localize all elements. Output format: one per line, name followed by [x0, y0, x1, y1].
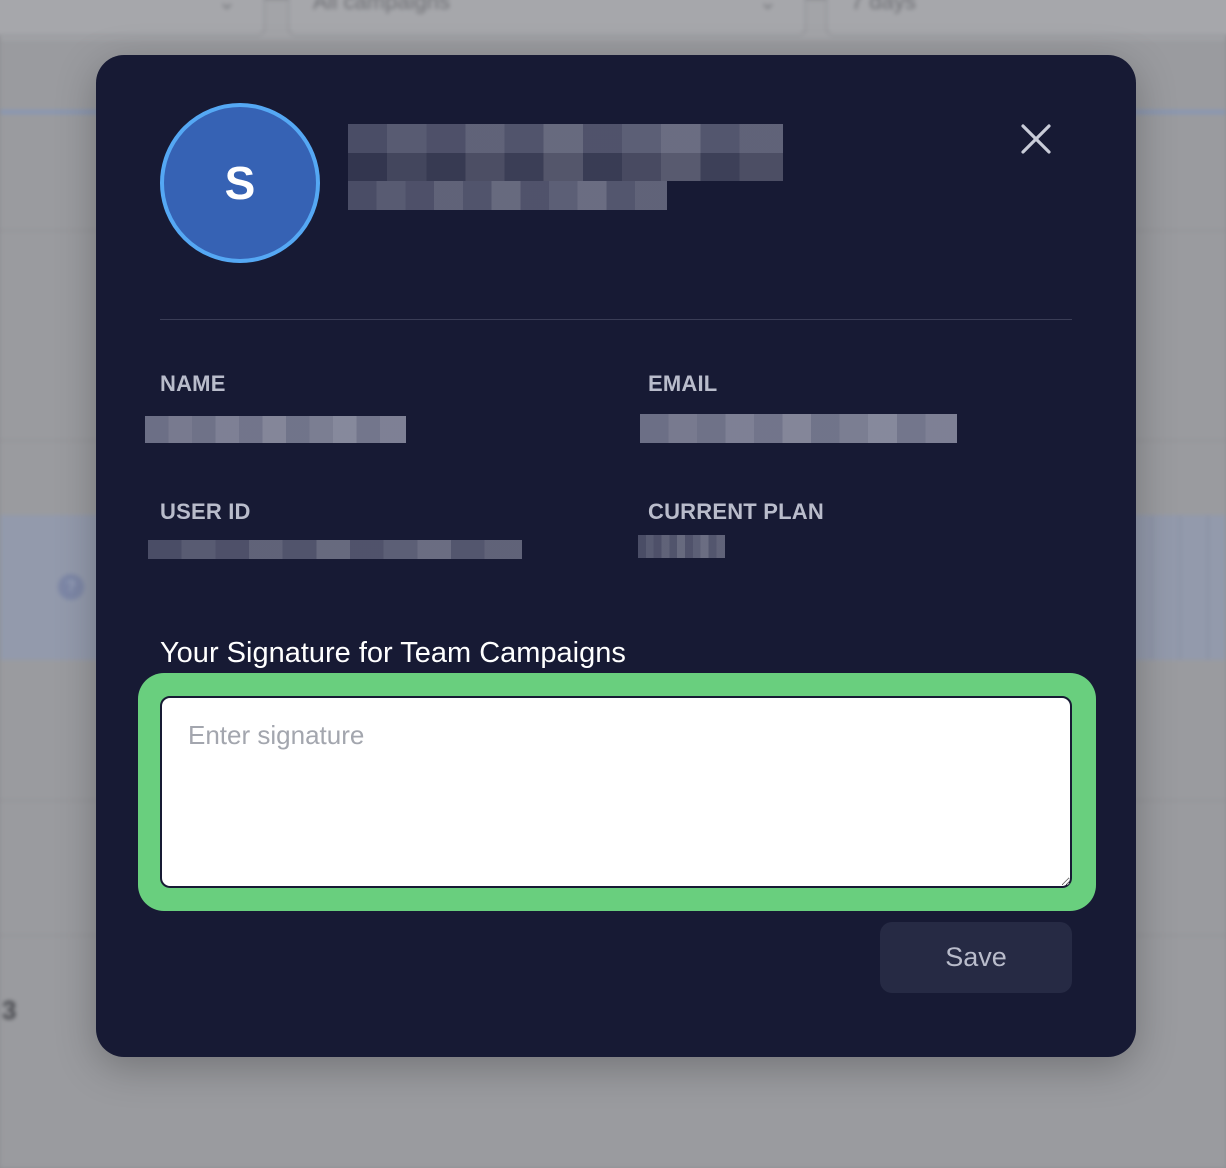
chevron-down-icon: ⌄ — [758, 0, 777, 14]
current-plan-value-redacted — [638, 535, 725, 558]
close-button[interactable] — [1014, 117, 1058, 161]
background-campaign-select: All campaigns ⌄ — [288, 0, 806, 36]
background-range-select: 7 days — [826, 0, 1226, 36]
user-id-label: USER ID — [160, 499, 251, 524]
header-divider — [160, 319, 1072, 320]
signature-textarea[interactable] — [160, 696, 1072, 888]
avatar: S — [160, 103, 320, 263]
name-label: NAME — [160, 371, 226, 396]
current-plan-label: CURRENT PLAN — [648, 499, 824, 524]
redacted-header-line — [348, 124, 783, 153]
background-filter-select: ⌄ — [0, 0, 265, 36]
email-label: EMAIL — [648, 371, 718, 396]
save-button[interactable]: Save — [880, 922, 1072, 993]
redacted-header-line — [348, 181, 667, 210]
background-row-number: 3 — [2, 995, 17, 1025]
profile-modal: S NAME EMAIL USER ID CURRENT PLAN Your S… — [96, 55, 1136, 1057]
email-value-redacted — [640, 414, 957, 443]
chevron-down-icon: ⌄ — [217, 0, 236, 14]
close-icon — [1021, 124, 1051, 154]
redacted-header-line — [348, 153, 783, 181]
help-icon: ? — [58, 574, 84, 600]
user-id-value-redacted — [148, 540, 522, 559]
background-panel-columns — [1125, 515, 1226, 660]
campaign-select-value: All campaigns — [313, 0, 450, 14]
signature-section-title: Your Signature for Team Campaigns — [160, 637, 626, 669]
name-value-redacted — [145, 416, 406, 443]
range-select-value: 7 days — [851, 0, 916, 14]
